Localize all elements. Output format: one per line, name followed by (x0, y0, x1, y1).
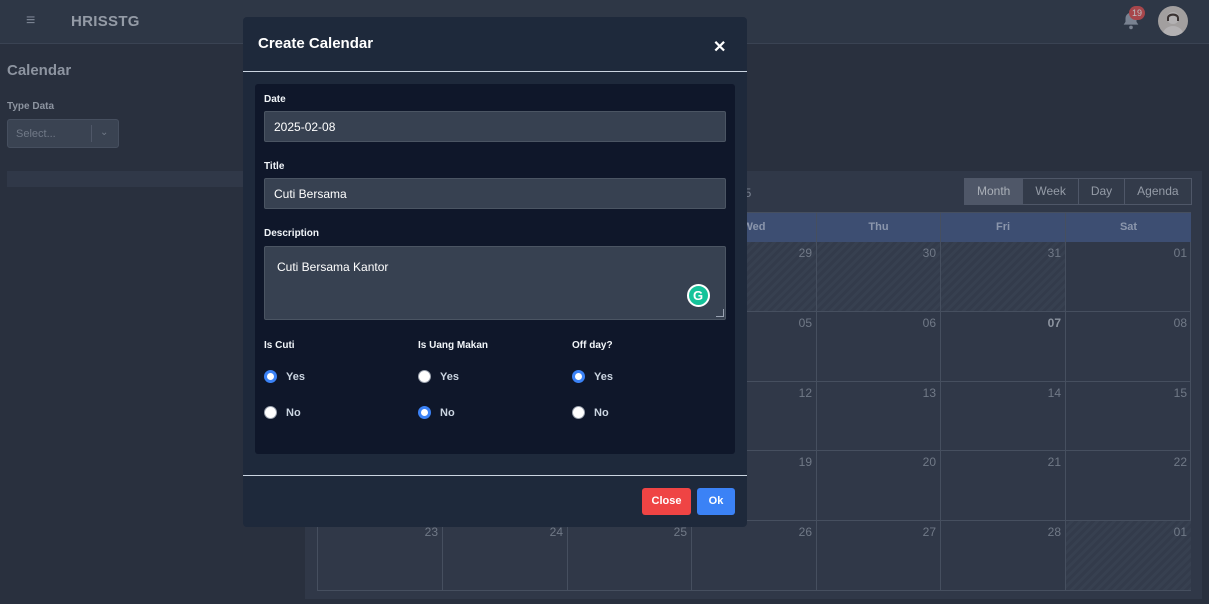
is-cuti-no-option[interactable]: No (264, 406, 301, 419)
radio-unchecked-icon[interactable] (572, 406, 585, 419)
radio-checked-icon[interactable] (572, 370, 585, 383)
off-day-yes-option[interactable]: Yes (572, 370, 613, 383)
is-cuti-label: Is Cuti (264, 340, 295, 351)
modal-footer-divider (243, 475, 747, 476)
close-button[interactable]: Close (642, 488, 691, 515)
is-uang-makan-yes-option[interactable]: Yes (418, 370, 459, 383)
radio-label: Yes (594, 370, 613, 383)
is-uang-makan-no-option[interactable]: No (418, 406, 455, 419)
off-day-no-option[interactable]: No (572, 406, 609, 419)
radio-label: Yes (286, 370, 305, 383)
title-field[interactable]: Cuti Bersama (264, 178, 726, 209)
description-label: Description (264, 228, 320, 239)
radio-unchecked-icon[interactable] (418, 370, 431, 383)
description-field[interactable]: Cuti Bersama Kantor (264, 246, 726, 320)
radio-checked-icon[interactable] (418, 406, 431, 419)
grammarly-icon[interactable]: G (687, 284, 710, 307)
is-uang-makan-label: Is Uang Makan (418, 340, 489, 351)
off-day-label: Off day? (572, 340, 613, 351)
radio-label: No (594, 406, 609, 419)
radio-unchecked-icon[interactable] (264, 406, 277, 419)
radio-checked-icon[interactable] (264, 370, 277, 383)
close-icon[interactable]: ✕ (713, 40, 726, 56)
radio-label: No (286, 406, 301, 419)
create-calendar-modal: Create Calendar ✕ Date 2025-02-08 Title … (243, 17, 747, 527)
is-cuti-yes-option[interactable]: Yes (264, 370, 305, 383)
ok-button[interactable]: Ok (697, 488, 735, 515)
title-label: Title (264, 161, 285, 172)
date-field[interactable]: 2025-02-08 (264, 111, 726, 142)
resize-handle-icon[interactable] (716, 309, 724, 317)
date-label: Date (264, 94, 286, 105)
radio-label: No (440, 406, 455, 419)
modal-title: Create Calendar (258, 35, 374, 52)
modal-header: Create Calendar ✕ (243, 17, 747, 72)
radio-label: Yes (440, 370, 459, 383)
modal-body: Date 2025-02-08 Title Cuti Bersama Descr… (255, 84, 735, 454)
